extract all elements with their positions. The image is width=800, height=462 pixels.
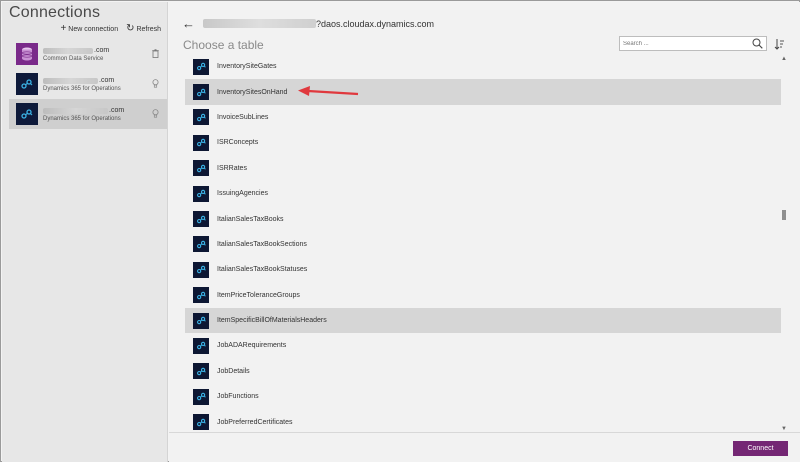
connection-type: Common Data Service bbox=[43, 56, 104, 62]
scrollbar[interactable]: ▲ ▼ bbox=[781, 54, 787, 432]
table-row-label: ItalianSalesTaxBooks bbox=[217, 215, 284, 223]
table-row[interactable]: JobDetails bbox=[185, 359, 781, 384]
table-row[interactable]: JobADARequirements bbox=[185, 333, 781, 358]
table-entity-icon bbox=[193, 58, 209, 75]
connections-actions: + New connection ↻ Refresh bbox=[60, 23, 161, 34]
footer-bar: Connect bbox=[169, 432, 800, 462]
blurred-host bbox=[203, 19, 316, 28]
table-entity-icon bbox=[193, 414, 209, 431]
search-input[interactable] bbox=[623, 40, 743, 47]
table-row-label: ISRRates bbox=[217, 164, 247, 172]
table-row[interactable]: ItalianSalesTaxBookStatuses bbox=[185, 257, 781, 282]
dynamics-icon bbox=[16, 73, 38, 95]
search-icon[interactable] bbox=[752, 38, 763, 49]
refresh-button[interactable]: ↻ Refresh bbox=[126, 23, 161, 34]
table-entity-icon bbox=[193, 211, 209, 228]
table-row-label: JobADARequirements bbox=[217, 342, 287, 350]
table-row-label: InventorySiteGates bbox=[217, 63, 277, 71]
connection-name: .com bbox=[43, 106, 124, 115]
table-row[interactable]: InvoiceSubLines bbox=[185, 105, 781, 130]
table-row-label: ItalianSalesTaxBookSections bbox=[217, 240, 307, 248]
database-icon bbox=[16, 43, 38, 65]
connection-type: Dynamics 365 for Operations bbox=[43, 116, 121, 122]
connection-name: .com bbox=[43, 46, 109, 55]
table-row[interactable]: InventorySiteGates bbox=[185, 54, 781, 79]
table-row[interactable]: ItemPriceToleranceGroups bbox=[185, 283, 781, 308]
dynamics-icon bbox=[16, 103, 38, 125]
scroll-up-icon[interactable]: ▲ bbox=[781, 56, 787, 62]
connection-name: .com bbox=[43, 76, 121, 85]
table-row-label: JobFunctions bbox=[217, 393, 259, 401]
table-entity-icon bbox=[193, 109, 209, 126]
connection-item-selected[interactable]: .com Dynamics 365 for Operations bbox=[9, 99, 167, 129]
plus-icon: + bbox=[60, 23, 67, 34]
connection-item[interactable]: .com Common Data Service bbox=[9, 39, 167, 69]
table-row[interactable]: JobPreferredCertificates bbox=[185, 409, 781, 432]
table-entity-icon bbox=[193, 312, 209, 329]
table-row-label: IssuingAgencies bbox=[217, 190, 268, 198]
table-row[interactable]: IssuingAgencies bbox=[185, 181, 781, 206]
connection-url: ?daos.cloudax.dynamics.com bbox=[316, 18, 435, 29]
table-row[interactable]: ItemSpecificBillOfMaterialsHeaders bbox=[185, 307, 781, 334]
table-entity-icon bbox=[193, 134, 209, 151]
choose-table-heading: Choose a table bbox=[183, 38, 264, 52]
connection-type: Dynamics 365 for Operations bbox=[43, 86, 121, 92]
table-row-label: ItemSpecificBillOfMaterialsHeaders bbox=[217, 317, 327, 325]
table-entity-icon bbox=[193, 160, 209, 177]
scroll-thumb[interactable] bbox=[782, 210, 786, 220]
table-row[interactable]: InventorySitesOnHand bbox=[185, 79, 781, 105]
connection-item[interactable]: .com Dynamics 365 for Operations bbox=[9, 69, 167, 99]
app-window: Connections + New connection ↻ Refresh .… bbox=[0, 0, 800, 462]
table-row[interactable]: ItalianSalesTaxBooks bbox=[185, 206, 781, 231]
table-row-label: ItalianSalesTaxBookStatuses bbox=[217, 266, 308, 274]
table-row[interactable]: ISRConcepts bbox=[185, 130, 781, 155]
table-entity-icon bbox=[193, 236, 209, 253]
new-connection-button[interactable]: + New connection bbox=[60, 23, 119, 34]
table-entity-icon bbox=[193, 363, 209, 380]
table-row[interactable]: JobFunctions bbox=[185, 384, 781, 409]
table-row-label: ItemPriceToleranceGroups bbox=[217, 291, 300, 299]
table-entity-icon bbox=[193, 337, 209, 354]
table-picker-panel: ← ?daos.cloudax.dynamics.com Choose a ta… bbox=[169, 2, 800, 462]
connection-header: ← ?daos.cloudax.dynamics.com bbox=[182, 16, 434, 31]
table-row-label: JobDetails bbox=[217, 367, 250, 375]
sort-icon[interactable] bbox=[774, 38, 785, 50]
table-entity-icon bbox=[193, 287, 209, 304]
annotation-arrow-icon bbox=[298, 86, 359, 96]
table-row[interactable]: ISRRates bbox=[185, 156, 781, 181]
new-connection-label: New connection bbox=[68, 25, 119, 33]
search-box[interactable] bbox=[619, 36, 767, 51]
table-entity-icon bbox=[193, 84, 209, 101]
refresh-icon: ↻ bbox=[126, 23, 135, 34]
refresh-label: Refresh bbox=[136, 25, 161, 33]
lightbulb-icon bbox=[152, 109, 159, 118]
connections-title: Connections bbox=[9, 4, 101, 21]
connection-list: .com Common Data Service .com Dynamics 3… bbox=[9, 39, 167, 129]
table-row[interactable]: ItalianSalesTaxBookSections bbox=[185, 232, 781, 257]
connect-button[interactable]: Connect bbox=[733, 441, 788, 456]
table-list: InventorySiteGates InventorySitesOnHand In… bbox=[185, 54, 781, 432]
connections-panel: Connections + New connection ↻ Refresh .… bbox=[2, 2, 168, 462]
table-entity-icon bbox=[193, 185, 209, 202]
table-entity-icon bbox=[193, 388, 209, 405]
table-row-label: InventorySitesOnHand bbox=[217, 88, 288, 96]
back-arrow-icon[interactable]: ← bbox=[182, 16, 195, 31]
trash-icon[interactable] bbox=[152, 49, 159, 58]
table-row-label: InvoiceSubLines bbox=[217, 113, 269, 121]
lightbulb-icon bbox=[152, 79, 159, 88]
table-row-label: JobPreferredCertificates bbox=[217, 418, 293, 426]
table-row-label: ISRConcepts bbox=[217, 139, 259, 147]
table-entity-icon bbox=[193, 261, 209, 278]
